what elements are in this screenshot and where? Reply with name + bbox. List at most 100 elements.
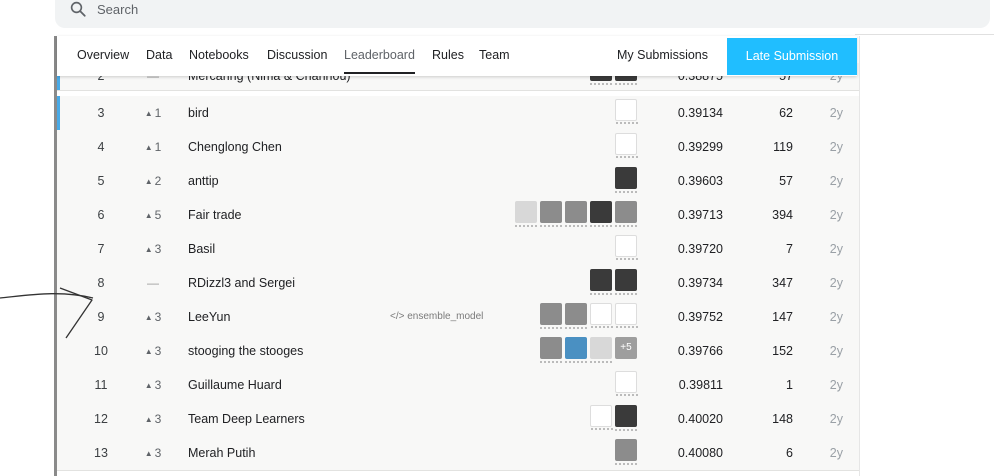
- entries: 394: [772, 208, 793, 222]
- up-arrow-icon: ▲: [144, 211, 153, 220]
- rank: 12: [94, 412, 108, 426]
- table-row[interactable]: 5 ▲ 2 anttip 0.39603 57 2y: [57, 164, 859, 199]
- avatar[interactable]: [590, 201, 612, 227]
- avatar[interactable]: [590, 269, 612, 295]
- tab-overview[interactable]: Overview: [77, 36, 129, 74]
- avatar[interactable]: [540, 337, 562, 363]
- team-avatars: [615, 133, 638, 161]
- tab-data[interactable]: Data: [146, 36, 172, 74]
- score: 0.39299: [677, 140, 723, 154]
- last-submission: 2y: [829, 412, 843, 426]
- team-avatars: [615, 371, 638, 399]
- avatar[interactable]: [540, 303, 562, 329]
- avatar[interactable]: [615, 303, 638, 328]
- team-name[interactable]: RDizzl3 and Sergei: [188, 266, 488, 300]
- entries: 152: [772, 344, 793, 358]
- score: 0.40080: [677, 446, 723, 460]
- avatar[interactable]: [615, 167, 637, 193]
- avatar[interactable]: [540, 201, 562, 227]
- avatar[interactable]: [615, 99, 638, 124]
- table-row[interactable]: 13 ▲ 3 Merah Putih 0.40080 6 2y: [57, 436, 859, 471]
- rank-change: ▲ 3: [144, 378, 162, 392]
- last-submission: 2y: [829, 242, 843, 256]
- search-bar[interactable]: Search: [55, 0, 990, 28]
- avatar[interactable]: [615, 439, 637, 465]
- avatar[interactable]: [565, 337, 587, 363]
- team-avatars: [515, 201, 637, 229]
- team-avatars: [540, 303, 638, 331]
- avatar[interactable]: [565, 303, 587, 329]
- rank-change: ▲ 3: [144, 412, 162, 426]
- avatar[interactable]: [515, 201, 537, 227]
- entries: 7: [786, 242, 793, 256]
- table-row[interactable]: 3 ▲ 1 bird 0.39134 62 2y: [57, 96, 859, 131]
- hand-drawn-arrow-icon: [0, 287, 94, 339]
- team-name[interactable]: Team Deep Learners: [188, 402, 488, 436]
- late-submission-button[interactable]: Late Submission: [727, 38, 857, 75]
- team-name[interactable]: anttip: [188, 164, 488, 198]
- table-row[interactable]: 9 ▲ 3 LeeYun </> ensemble_model 0.39752 1…: [57, 300, 859, 335]
- more-members-badge[interactable]: +5: [615, 337, 637, 359]
- rank: 11: [94, 378, 108, 392]
- tab-notebooks[interactable]: Notebooks: [189, 36, 249, 74]
- up-arrow-icon: ▲: [144, 109, 153, 118]
- avatar[interactable]: [590, 405, 613, 430]
- table-row[interactable]: 12 ▲ 3 Team Deep Learners 0.40020 148 2y: [57, 402, 859, 437]
- rank: 4: [97, 140, 105, 154]
- team-avatars: [615, 99, 638, 127]
- rank: 5: [97, 174, 105, 188]
- up-arrow-icon: ▲: [144, 245, 153, 254]
- team-name[interactable]: Merah Putih: [188, 436, 488, 470]
- table-row[interactable]: 8 — RDizzl3 and Sergei 0.39734 347 2y: [57, 266, 859, 301]
- avatar[interactable]: [615, 269, 637, 295]
- divider: [855, 34, 994, 35]
- tab-leaderboard[interactable]: Leaderboard: [344, 36, 415, 74]
- avatar[interactable]: [565, 201, 587, 227]
- score: 0.39766: [677, 344, 723, 358]
- tab-rules[interactable]: Rules: [432, 36, 464, 74]
- my-submissions-link[interactable]: My Submissions: [617, 36, 708, 74]
- team-avatars: [590, 405, 637, 433]
- avatar[interactable]: [615, 235, 638, 260]
- tab-team[interactable]: Team: [479, 36, 510, 74]
- team-name[interactable]: Guillaume Huard: [188, 368, 488, 402]
- score: 0.39720: [677, 242, 723, 256]
- table-row[interactable]: 6 ▲ 5 Fair trade 0.39713 394 2y: [57, 198, 859, 233]
- last-submission: 2y: [829, 140, 843, 154]
- table-row[interactable]: 10 ▲ 3 stooging the stooges +5 0.39766 15…: [57, 334, 859, 369]
- team-name[interactable]: Basil: [188, 232, 488, 266]
- entries: 57: [779, 174, 793, 188]
- team-name[interactable]: stooging the stooges: [188, 334, 488, 368]
- up-arrow-icon: ▲: [144, 313, 153, 322]
- team-avatars: [615, 439, 637, 467]
- up-arrow-icon: ▲: [144, 449, 153, 458]
- avatar[interactable]: [615, 201, 637, 227]
- rank-change: ▲ 1: [144, 106, 162, 120]
- last-submission: 2y: [829, 174, 843, 188]
- score: 0.39811: [678, 378, 723, 392]
- avatar[interactable]: [590, 303, 613, 328]
- avatar[interactable]: [590, 337, 612, 363]
- up-arrow-icon: ▲: [144, 347, 153, 356]
- avatar[interactable]: [615, 133, 638, 158]
- avatar[interactable]: [615, 371, 638, 396]
- score: 0.39734: [677, 276, 723, 290]
- last-submission: 2y: [829, 344, 843, 358]
- team-name[interactable]: bird: [188, 96, 488, 130]
- team-avatars: [615, 167, 637, 195]
- team-name[interactable]: Chenglong Chen: [188, 130, 488, 164]
- rank-change: ▲ 1: [144, 140, 162, 154]
- notebook-link[interactable]: </> ensemble_model: [390, 300, 490, 334]
- last-submission: 2y: [829, 446, 843, 460]
- tab-discussion[interactable]: Discussion: [267, 36, 327, 74]
- avatar[interactable]: [615, 405, 637, 431]
- entries: 148: [772, 412, 793, 426]
- table-row[interactable]: 4 ▲ 1 Chenglong Chen 0.39299 119 2y: [57, 130, 859, 165]
- table-row[interactable]: 7 ▲ 3 Basil 0.39720 7 2y: [57, 232, 859, 267]
- rank-change: ▲ 3: [144, 344, 162, 358]
- entries: 1: [786, 378, 793, 392]
- last-submission: 2y: [829, 208, 843, 222]
- team-name[interactable]: Fair trade: [188, 198, 488, 232]
- search-input[interactable]: Search: [97, 2, 138, 17]
- table-row[interactable]: 11 ▲ 3 Guillaume Huard 0.39811 1 2y: [57, 368, 859, 403]
